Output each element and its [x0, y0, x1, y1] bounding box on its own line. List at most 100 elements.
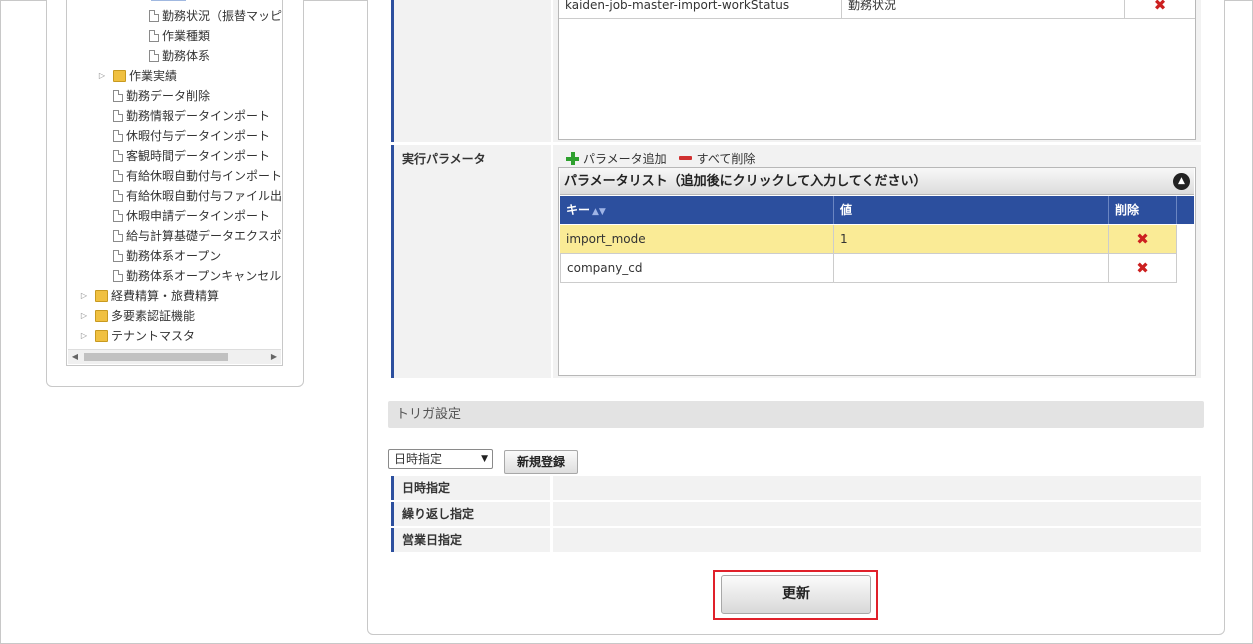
tree-item-label: 作業種類 — [162, 29, 211, 43]
minus-icon — [678, 156, 692, 160]
tree-item[interactable]: 勤務情報データインポート — [113, 107, 270, 125]
tree-item[interactable]: ▷ 多要素認証機能 — [81, 307, 196, 325]
tree-item[interactable]: 客観時間データインポート — [113, 147, 270, 165]
job-list-label-cell — [391, 0, 551, 142]
folder-icon — [113, 70, 126, 82]
tree-item-label: 客観時間データインポート — [126, 149, 271, 163]
tree-item[interactable]: 有給休暇自動付与ファイル出 — [113, 187, 282, 205]
tree-item[interactable]: 勤務体系 — [149, 47, 210, 65]
document-icon — [113, 150, 123, 162]
tree-item[interactable]: 給与計算基礎データエクスポ — [113, 227, 282, 245]
tree-item[interactable]: 有給休暇自動付与インポート — [113, 167, 282, 185]
tree-item-label: 勤務情報データインポート — [126, 109, 271, 123]
tree-item-label: 作業実績 — [129, 69, 178, 83]
tree-item-selected-partial[interactable] — [151, 0, 186, 3]
document-icon — [113, 110, 123, 122]
tree-item-label: 勤務体系オープン — [126, 249, 222, 263]
job-list-value-cell: kaiden-job-master-import-workStatus 勤務状況… — [553, 0, 1201, 142]
param-row-2-key[interactable]: company_cd — [560, 254, 834, 283]
tree-item-label: 有給休暇自動付与ファイル出 — [126, 189, 283, 203]
tree-item-label: 休暇申請データインポート — [126, 209, 271, 223]
tree-item[interactable]: 休暇付与データインポート — [113, 127, 270, 145]
trigger-row-businessday-label: 営業日指定 — [391, 528, 550, 552]
column-value-label: 値 — [840, 203, 853, 217]
tree-item-label: 多要素認証機能 — [111, 309, 196, 323]
expand-icon[interactable]: ▷ — [79, 327, 89, 345]
update-button[interactable]: 更新 — [721, 575, 871, 614]
document-icon — [113, 270, 123, 282]
tree-item[interactable]: 勤務体系オープンキャンセル — [113, 267, 281, 285]
param-list-title-text: パラメータリスト（追加後にクリックして入力してください） — [564, 174, 927, 189]
delete-icon[interactable]: ✖ — [1125, 0, 1195, 19]
tree-item-label: 経費精算・旅費精算 — [111, 289, 220, 303]
folder-icon — [95, 290, 108, 302]
delete-all-button[interactable]: すべて削除 — [667, 152, 756, 166]
plus-icon — [566, 152, 579, 165]
tree-item[interactable]: ▷ 作業実績 — [99, 67, 178, 85]
chevron-down-icon: ▼ — [481, 454, 488, 464]
trigger-section-title: トリガ設定 — [388, 401, 1204, 428]
column-key-label: キー — [566, 203, 591, 217]
document-icon — [113, 190, 123, 202]
tree-item-label: 勤務体系オープンキャンセル — [126, 269, 282, 283]
document-icon — [113, 250, 123, 262]
document-icon — [113, 130, 123, 142]
tree-item[interactable]: ▷ テナントマスタ — [81, 327, 195, 345]
tree-item[interactable]: 休暇申請データインポート — [113, 207, 270, 225]
add-param-button[interactable]: パラメータ追加 — [566, 152, 667, 166]
tree-horizontal-scrollbar[interactable]: ◀ ▶ — [68, 349, 281, 364]
new-register-button[interactable]: 新規登録 — [504, 450, 578, 474]
document-icon — [149, 50, 159, 62]
param-actions: パラメータ追加 すべて削除 — [566, 150, 755, 167]
document-icon — [149, 30, 159, 42]
expand-icon[interactable]: ▷ — [79, 287, 89, 305]
collapse-icon[interactable]: ▲ — [1173, 173, 1190, 190]
scroll-thumb[interactable] — [84, 353, 228, 361]
tree-item-label: 給与計算基礎データエクスポ — [126, 229, 282, 243]
tree-item[interactable]: 勤務状況（振替マッピ — [149, 7, 282, 25]
delete-row-2-icon[interactable]: ✖ — [1109, 254, 1177, 283]
document-icon — [113, 90, 123, 102]
column-delete-label: 削除 — [1115, 203, 1140, 217]
params-label: 実行パラメータ — [391, 145, 551, 378]
tree-item-label: 休暇付与データインポート — [126, 129, 271, 143]
tree-item-label: 勤務体系 — [162, 49, 211, 63]
column-header-delete: 削除 — [1109, 196, 1177, 224]
job-key-cell: kaiden-job-master-import-workStatus — [559, 0, 842, 19]
job-list-box: kaiden-job-master-import-workStatus 勤務状況… — [558, 0, 1196, 140]
tree-item[interactable]: ▷ 経費精算・旅費精算 — [81, 287, 220, 305]
column-header-value[interactable]: 値 — [834, 196, 1109, 224]
trigger-row-datetime-label: 日時指定 — [391, 476, 550, 500]
tree-item[interactable]: 作業種類 — [149, 27, 210, 45]
tree-item[interactable]: 勤務データ削除 — [113, 87, 210, 105]
scroll-right-icon[interactable]: ▶ — [267, 350, 281, 364]
tree-item-label: 勤務状況（振替マッピ — [162, 9, 283, 23]
add-param-label: パラメータ追加 — [583, 152, 667, 166]
param-row-1-value[interactable]: 1 — [834, 225, 1109, 254]
trigger-row-repeat-label: 繰り返し指定 — [391, 502, 550, 526]
column-header-key[interactable]: キー ▲▼ — [560, 196, 834, 224]
trigger-type-select[interactable]: 日時指定 ▼ — [388, 449, 493, 469]
trigger-row-businessday-value — [553, 528, 1201, 552]
scroll-left-icon[interactable]: ◀ — [68, 350, 82, 364]
expand-icon[interactable]: ▷ — [97, 67, 107, 85]
document-icon — [113, 230, 123, 242]
document-icon — [113, 170, 123, 182]
param-row-1-key[interactable]: import_mode — [560, 225, 834, 254]
document-icon — [149, 10, 159, 22]
param-list-title: パラメータリスト（追加後にクリックして入力してください） ▲ — [560, 168, 1194, 195]
trigger-row-datetime-value — [553, 476, 1201, 500]
folder-icon — [95, 310, 108, 322]
delete-row-1-icon[interactable]: ✖ — [1109, 225, 1177, 254]
expand-icon[interactable]: ▷ — [79, 307, 89, 325]
delete-all-label: すべて削除 — [696, 152, 756, 166]
trigger-type-value: 日時指定 — [394, 452, 443, 466]
category-tree[interactable]: 勤務状況（振替マッピ 作業種類勤務体系 ▷ 作業実績勤務データ削除勤務情報データインポ… — [66, 0, 283, 366]
trigger-row-repeat-value — [553, 502, 1201, 526]
param-row-2-value[interactable] — [834, 254, 1109, 283]
sort-icon[interactable]: ▲▼ — [592, 207, 606, 217]
tree-item-label: 勤務データ削除 — [126, 89, 211, 103]
folder-icon — [95, 330, 108, 342]
tree-item[interactable]: 勤務体系オープン — [113, 247, 221, 265]
param-grid-header: キー ▲▼ 値 削除 — [560, 196, 1194, 224]
